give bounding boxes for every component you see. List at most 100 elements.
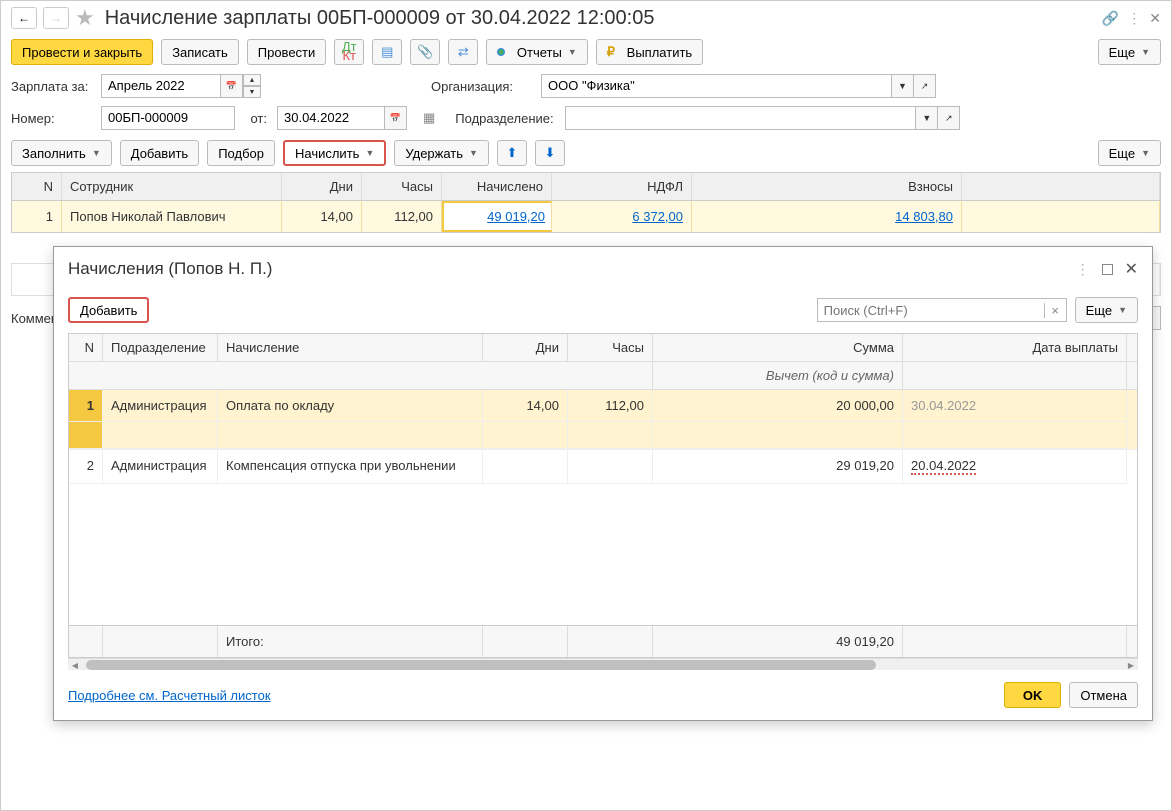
- withhold-label: Удержать: [405, 146, 463, 161]
- save-button[interactable]: Записать: [161, 39, 239, 65]
- popup-row[interactable]: 2 Администрация Компенсация отпуска при …: [69, 450, 1137, 484]
- accrued-link[interactable]: 49 019,20: [487, 209, 545, 224]
- chevron-down-icon: ▼: [1141, 148, 1150, 158]
- attach-button[interactable]: 📎: [410, 39, 440, 65]
- scroll-left-icon[interactable]: ◀: [68, 659, 82, 671]
- calendar-icon[interactable]: 📅: [385, 106, 407, 130]
- chevron-down-icon[interactable]: ▼: [916, 106, 938, 130]
- popup-col-deduction[interactable]: Вычет (код и сумма): [653, 362, 903, 389]
- details-link[interactable]: Подробнее см. Расчетный листок: [68, 688, 271, 703]
- col-header-employee[interactable]: Сотрудник: [62, 173, 282, 200]
- popup-more-label: Еще: [1086, 303, 1112, 318]
- popup-cell-n: 2: [69, 450, 103, 484]
- back-button[interactable]: ←: [11, 7, 37, 29]
- window-title: Начисление зарплаты 00БП-000009 от 30.04…: [105, 7, 655, 30]
- chevron-down-icon[interactable]: ▼: [892, 74, 914, 98]
- forward-button[interactable]: →: [43, 7, 69, 29]
- open-icon[interactable]: ↗: [914, 74, 936, 98]
- search-input[interactable]: ×: [817, 298, 1067, 322]
- cell-hours: 112,00: [362, 201, 442, 232]
- scrollbar-thumb[interactable]: [86, 660, 876, 670]
- col-header-hours[interactable]: Часы: [362, 173, 442, 200]
- accruals-popup: Начисления (Попов Н. П.) ⋮ ✕ Добавить × …: [53, 246, 1153, 721]
- cell-days: 14,00: [282, 201, 362, 232]
- popup-cell-date: 20.04.2022: [903, 450, 1127, 484]
- post-button[interactable]: Провести: [247, 39, 327, 65]
- open-icon[interactable]: ↗: [938, 106, 960, 130]
- chevron-down-icon: ▼: [469, 148, 478, 158]
- cell-accrued[interactable]: 49 019,20: [442, 201, 552, 232]
- chevron-down-icon: ▼: [92, 148, 101, 158]
- debit-credit-button[interactable]: ДтКт: [334, 39, 364, 65]
- popup-row[interactable]: 1 Администрация Оплата по окладу 14,00 1…: [69, 390, 1137, 422]
- swap-button[interactable]: ⇄: [448, 39, 478, 65]
- org-field[interactable]: [541, 74, 892, 98]
- post-and-close-button[interactable]: Провести и закрыть: [11, 39, 153, 65]
- chevron-down-icon: ▼: [1118, 305, 1127, 315]
- ndfl-link[interactable]: 6 372,00: [632, 209, 683, 224]
- accrue-label: Начислить: [295, 146, 359, 161]
- popup-cell-sum: 29 019,20: [653, 450, 903, 484]
- popup-add-button[interactable]: Добавить: [68, 297, 149, 323]
- more-button[interactable]: Еще▼: [1098, 39, 1161, 65]
- popup-total-label: Итого:: [218, 626, 483, 657]
- move-down-button[interactable]: ⬇: [535, 140, 565, 166]
- popup-col-hours[interactable]: Часы: [568, 334, 653, 361]
- scroll-right-icon[interactable]: ▶: [1124, 659, 1138, 671]
- accrue-button[interactable]: Начислить▼: [283, 140, 386, 166]
- number-field[interactable]: [101, 106, 235, 130]
- more-label: Еще: [1109, 45, 1135, 60]
- popup-col-department[interactable]: Подразделение: [103, 334, 218, 361]
- withhold-button[interactable]: Удержать ▼: [394, 140, 489, 166]
- salary-for-field[interactable]: [101, 74, 221, 98]
- report-dot-icon: [497, 48, 505, 56]
- col-header-n[interactable]: N: [12, 173, 62, 200]
- col-header-accrued[interactable]: Начислено: [442, 173, 552, 200]
- arrow-down-icon: ⬇: [544, 145, 555, 161]
- more-vertical-icon[interactable]: ⋮: [1127, 10, 1141, 27]
- pay-button[interactable]: ₽ Выплатить: [596, 39, 703, 65]
- chevron-down-icon: ▼: [568, 47, 577, 57]
- more-button-2[interactable]: Еще▼: [1098, 140, 1161, 166]
- number-label: Номер:: [11, 111, 91, 126]
- popup-col-date[interactable]: Дата выплаты: [903, 334, 1127, 361]
- fill-button[interactable]: Заполнить▼: [11, 140, 112, 166]
- add-button[interactable]: Добавить: [120, 140, 199, 166]
- horizontal-scrollbar[interactable]: ◀ ▶: [68, 658, 1138, 670]
- popup-cell-n: 1: [69, 390, 103, 422]
- col-header-ndfl[interactable]: НДФЛ: [552, 173, 692, 200]
- popup-cell-days: 14,00: [483, 390, 568, 422]
- fill-icon[interactable]: ▦: [423, 110, 435, 126]
- popup-col-n[interactable]: N: [69, 334, 103, 361]
- popup-cell-hours: 112,00: [568, 390, 653, 422]
- popup-col-sum[interactable]: Сумма: [653, 334, 903, 361]
- favorite-star-icon[interactable]: ★: [75, 5, 95, 31]
- calendar-icon[interactable]: 📅: [221, 74, 243, 98]
- col-header-contributions[interactable]: Взносы: [692, 173, 962, 200]
- cell-contributions[interactable]: 14 803,80: [692, 201, 962, 232]
- contributions-link[interactable]: 14 803,80: [895, 209, 953, 224]
- date-field[interactable]: [277, 106, 385, 130]
- swap-icon: ⇄: [458, 44, 469, 60]
- link-icon[interactable]: 🔗: [1102, 10, 1119, 27]
- col-header-days[interactable]: Дни: [282, 173, 362, 200]
- ok-button[interactable]: OK: [1004, 682, 1062, 708]
- department-field[interactable]: [565, 106, 916, 130]
- popup-col-days[interactable]: Дни: [483, 334, 568, 361]
- reports-button[interactable]: Отчеты▼: [486, 39, 587, 65]
- popup-col-accrual[interactable]: Начисление: [218, 334, 483, 361]
- select-button[interactable]: Подбор: [207, 140, 275, 166]
- cell-ndfl[interactable]: 6 372,00: [552, 201, 692, 232]
- search-clear-icon[interactable]: ×: [1044, 303, 1066, 318]
- table-row[interactable]: 1 Попов Николай Павлович 14,00 112,00 49…: [12, 201, 1160, 232]
- move-up-button[interactable]: ⬆: [497, 140, 527, 166]
- spinner-down-icon[interactable]: ▼: [243, 86, 261, 98]
- popup-close-icon[interactable]: ✕: [1125, 259, 1138, 279]
- cancel-button[interactable]: Отмена: [1069, 682, 1138, 708]
- maximize-icon[interactable]: [1102, 264, 1113, 275]
- spinner-up-icon[interactable]: ▲: [243, 74, 261, 86]
- list-button[interactable]: ▤: [372, 39, 402, 65]
- popup-more-button[interactable]: Еще ▼: [1075, 297, 1138, 323]
- close-icon[interactable]: ✕: [1149, 10, 1161, 27]
- popup-more-icon[interactable]: ⋮: [1076, 261, 1090, 278]
